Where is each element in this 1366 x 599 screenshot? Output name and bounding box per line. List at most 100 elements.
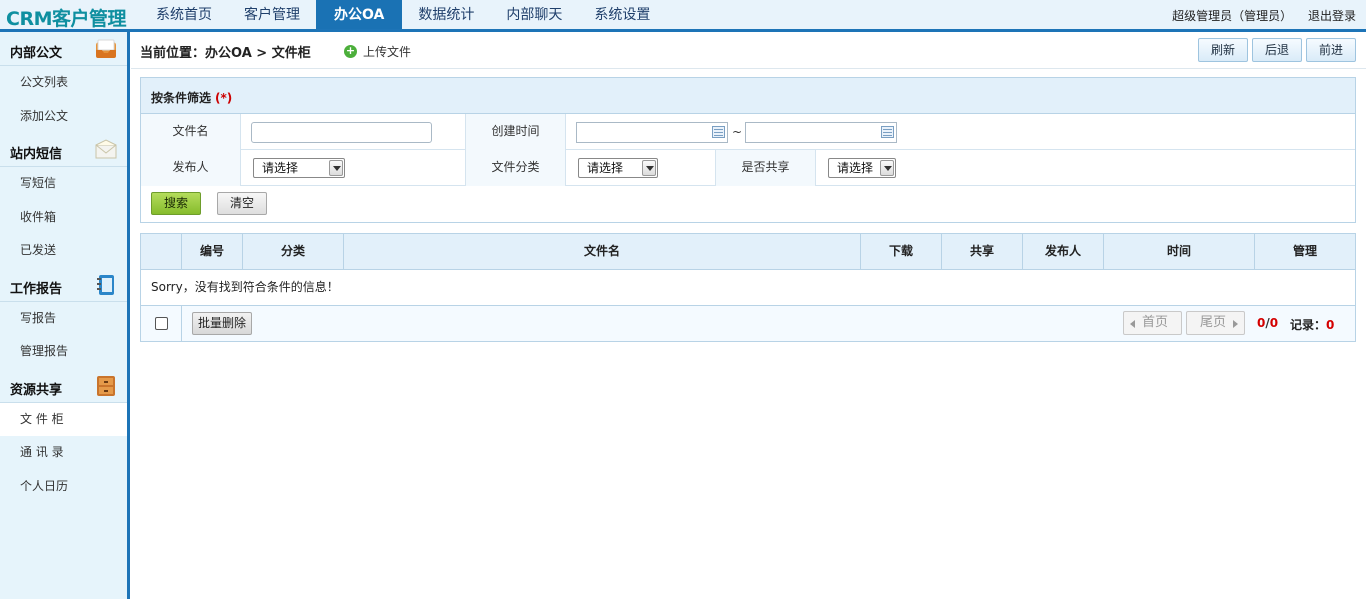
main-content: 当前位置：办公OA > 文件柜 + 上传文件 刷新 后退 前进 按条件筛选 (*)… [131,32,1366,599]
upload-file-label: 上传文件 [363,45,412,59]
chevron-down-icon [329,160,343,176]
sidebar-group-messages: 站内短信 [0,133,127,167]
main-nav: 系统首页 客户管理 办公OA 数据统计 内部聊天 系统设置 [140,0,666,29]
filter-row-2: 发布人 请选择 文件分类 请选择 是否共享 请选择 [141,150,1355,186]
calendar-icon[interactable] [881,126,894,138]
created-time-cell: ~ [566,114,1356,150]
upload-file-link[interactable]: + 上传文件 [344,43,411,60]
col-filename: 文件名 [344,234,861,269]
shared-select[interactable]: 请选择 [828,158,896,178]
col-number: 编号 [182,234,243,269]
select-all-checkbox[interactable] [155,317,168,330]
date-from-input[interactable] [576,122,728,143]
publisher-label: 发布人 [141,150,241,186]
sidebar-item-calendar[interactable]: 个人日历 [0,470,127,504]
filename-cell [241,114,466,150]
sidebar-group-resources: 资源共享 [0,369,127,403]
date-to-input[interactable] [745,122,897,143]
records-value: 0 [1326,318,1335,332]
sidebar-item-add-document[interactable]: 添加公文 [0,100,127,134]
sidebar-group-title: 工作报告 [10,281,63,297]
logout-link[interactable]: 退出登录 [1308,9,1356,23]
sidebar: 内部公文 公文列表 添加公文 站内短信 写短信 收件箱 已发送 工作报告 写报告… [0,32,130,599]
empty-message: Sorry，没有找到符合条件的信息！ [141,270,1355,306]
sidebar-item-file-cabinet[interactable]: 文 件 柜 [0,402,127,436]
triangle-left-icon [1130,320,1135,328]
nav-internal-chat[interactable]: 内部聊天 [490,0,578,29]
sidebar-group-reports: 工作报告 [0,268,127,302]
batch-delete-button[interactable]: 批量删除 [192,312,252,335]
file-table: 编号 分类 文件名 下载 共享 发布人 时间 管理 Sorry，没有找到符合条件… [140,233,1356,342]
last-page-button[interactable]: 尾页 [1186,311,1245,335]
col-publisher: 发布人 [1023,234,1104,269]
publisher-select[interactable]: 请选择 [253,158,345,178]
page-count: 0/0 [1257,316,1278,330]
sidebar-item-write-report[interactable]: 写报告 [0,302,127,336]
forward-button[interactable]: 前进 [1306,38,1356,62]
date-range-separator: ~ [732,125,743,139]
user-area: 超级管理员（管理员） 退出登录 [1160,7,1356,24]
col-select [141,234,182,269]
table-header: 编号 分类 文件名 下载 共享 发布人 时间 管理 [141,234,1355,270]
triangle-right-icon [1233,320,1238,328]
toolbar: 刷新 后退 前进 [1198,38,1356,62]
plus-circle-icon: + [344,44,357,58]
sidebar-item-write-message[interactable]: 写短信 [0,167,127,201]
col-manage: 管理 [1292,244,1317,258]
sidebar-item-sent[interactable]: 已发送 [0,234,127,268]
refresh-button[interactable]: 刷新 [1198,38,1248,62]
breadcrumb: 当前位置：办公OA > 文件柜 [140,46,311,61]
filter-row-1: 文件名 创建时间 ~ [141,114,1355,150]
breadcrumb-bar: 当前位置：办公OA > 文件柜 + 上传文件 刷新 后退 前进 [131,32,1366,69]
app-logo: CRM客户管理 [6,8,126,30]
back-button[interactable]: 后退 [1252,38,1302,62]
filename-label: 文件名 [141,114,241,150]
filter-title: 按条件筛选 [151,91,212,105]
shared-select-value: 请选择 [837,161,874,175]
sidebar-group-documents: 内部公文 [0,32,127,66]
filename-input[interactable] [251,122,432,143]
clear-button[interactable]: 清空 [217,192,267,215]
sidebar-item-address-book[interactable]: 通 讯 录 [0,436,127,470]
category-select-value: 请选择 [587,161,624,175]
filter-actions: 搜索 清空 [141,186,1355,222]
col-shared: 共享 [942,234,1023,269]
sidebar-group-title: 内部公文 [10,46,63,61]
nav-statistics[interactable]: 数据统计 [402,0,490,29]
table-footer: 批量删除 首页 尾页 0/0 记录：0 [141,306,1355,341]
chevron-down-icon [642,160,656,176]
sidebar-group-title: 站内短信 [10,147,63,162]
nav-customers[interactable]: 客户管理 [228,0,316,29]
shared-label: 是否共享 [716,150,816,186]
records-label: 记录： [1290,318,1327,332]
created-time-label: 创建时间 [466,114,566,150]
publisher-cell: 请选择 [241,150,466,186]
sidebar-item-document-list[interactable]: 公文列表 [0,66,127,100]
first-page-label: 首页 [1142,315,1169,330]
last-page-label: 尾页 [1200,315,1227,330]
col-category: 分类 [243,234,344,269]
search-button[interactable]: 搜索 [151,192,201,215]
category-select[interactable]: 请选择 [578,158,658,178]
shared-cell: 请选择 [816,150,1356,186]
category-label: 文件分类 [466,150,566,186]
first-page-button[interactable]: 首页 [1123,311,1182,335]
cabinet-icon [97,375,115,396]
publisher-select-value: 请选择 [262,161,299,175]
nav-system-settings[interactable]: 系统设置 [578,0,666,29]
nav-office-oa[interactable]: 办公OA [316,0,403,29]
required-mark: (*) [215,91,233,105]
filter-header: 按条件筛选 (*) [141,78,1355,114]
sidebar-item-inbox[interactable]: 收件箱 [0,201,127,235]
select-all-cell [141,306,182,341]
calendar-icon[interactable] [712,126,725,138]
col-download: 下载 [861,234,942,269]
top-bar: CRM客户管理 系统首页 客户管理 办公OA 数据统计 内部聊天 系统设置 超级… [0,0,1366,32]
col-time: 时间 [1104,234,1255,269]
nav-home[interactable]: 系统首页 [140,0,228,29]
chevron-down-icon [880,160,894,176]
sidebar-item-manage-reports[interactable]: 管理报告 [0,335,127,369]
user-name[interactable]: 超级管理员（管理员） [1172,9,1292,23]
total-pages: 0 [1269,316,1279,330]
category-cell: 请选择 [566,150,716,186]
